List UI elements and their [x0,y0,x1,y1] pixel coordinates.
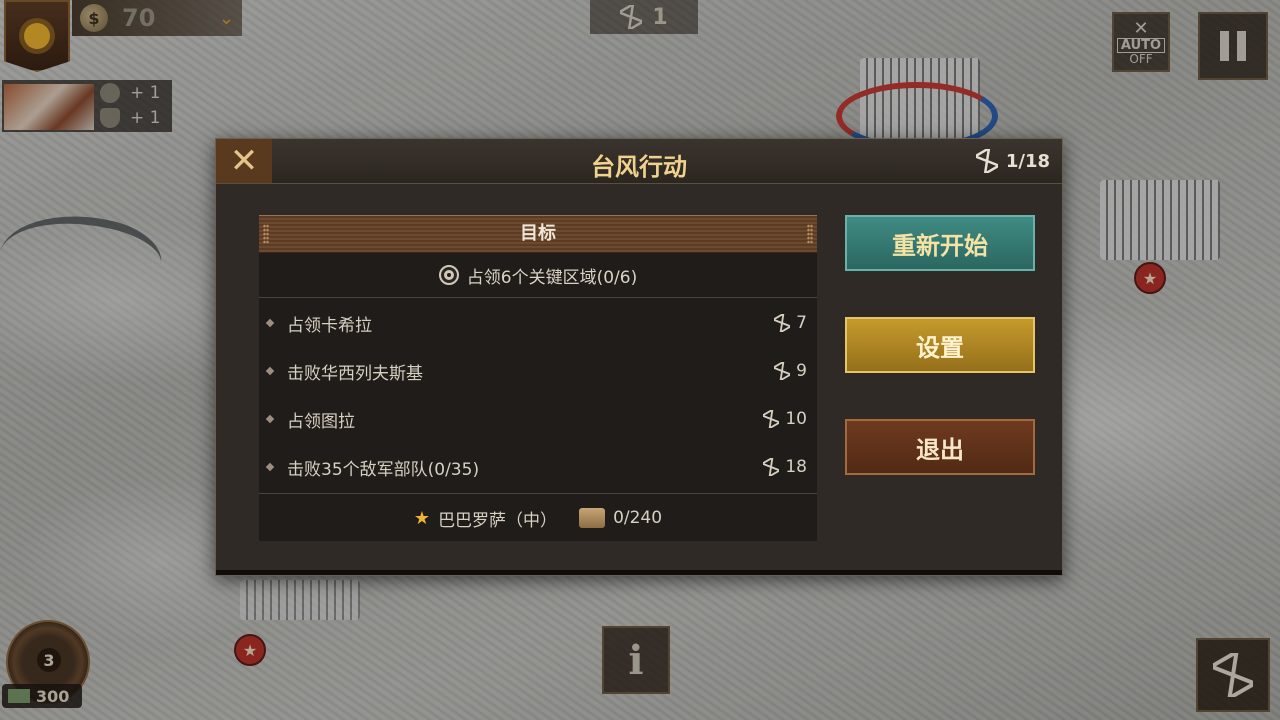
objective-label: 占领卡希拉 [287,315,372,336]
exit-button[interactable]: 退出 [845,419,1035,475]
settings-button[interactable]: 设置 [845,317,1035,373]
objective-turn-limit: 9 [774,361,807,381]
main-objective: 占领6个关键区域(0/6) [259,253,817,298]
dialog-title: 台风行动 [591,153,687,181]
list-item: 占领卡希拉 7 [259,299,817,347]
objectives-header: 目标 [259,215,817,253]
target-icon [438,265,459,285]
objective-turn-limit: 18 [763,457,807,477]
grip-decoration [807,224,813,244]
star-icon: ★ [413,507,431,529]
objective-value: 18 [785,457,807,477]
hourglass-icon [763,458,780,476]
objectives-panel: 目标 占领6个关键区域(0/6) 占领卡希拉 7 击败华西列夫斯基 9 占领图拉… [259,215,817,541]
dialog-header: ✕ 台风行动 1/18 [216,139,1062,184]
objective-label: 击败华西列夫斯基 [287,363,423,384]
hourglass-icon [774,314,791,332]
main-objective-label: 占领6个关键区域(0/6) [466,267,638,288]
list-item: 击败35个敌军部队(0/35) 18 [259,443,817,491]
turn-progress-value: 1/18 [1005,150,1050,172]
bullet-icon [265,318,275,328]
bullet-icon [265,414,275,424]
list-item: 占领图拉 10 [259,395,817,443]
operation-dialog: ✕ 台风行动 1/18 目标 占领6个关键区域(0/6) 占领卡希拉 7 击败华… [215,138,1063,576]
dialog-bottom-border [216,570,1062,575]
list-item: 击败华西列夫斯基 9 [259,347,817,395]
objective-value: 9 [796,361,807,381]
difficulty-reward-row: ★ 巴巴罗萨（中） 0/240 [259,493,817,542]
difficulty-label: 巴巴罗萨（中） [438,510,558,531]
reward-progress: 0/240 [613,508,663,528]
objectives-header-label: 目标 [520,223,556,244]
bullet-icon [265,462,275,472]
supply-crate-icon [579,508,606,528]
bullet-icon [265,366,275,376]
hourglass-icon [763,410,780,428]
objective-turn-limit: 10 [763,409,807,429]
hourglass-icon [774,362,791,380]
turn-progress: 1/18 [975,149,1050,173]
objective-value: 10 [785,409,807,429]
objective-value: 7 [796,313,807,333]
grip-decoration [263,224,269,244]
objective-label: 击败35个敌军部队(0/35) [287,459,480,480]
objective-label: 占领图拉 [287,411,355,432]
objective-turn-limit: 7 [774,313,807,333]
restart-button[interactable]: 重新开始 [845,215,1035,271]
hourglass-icon [975,149,998,173]
